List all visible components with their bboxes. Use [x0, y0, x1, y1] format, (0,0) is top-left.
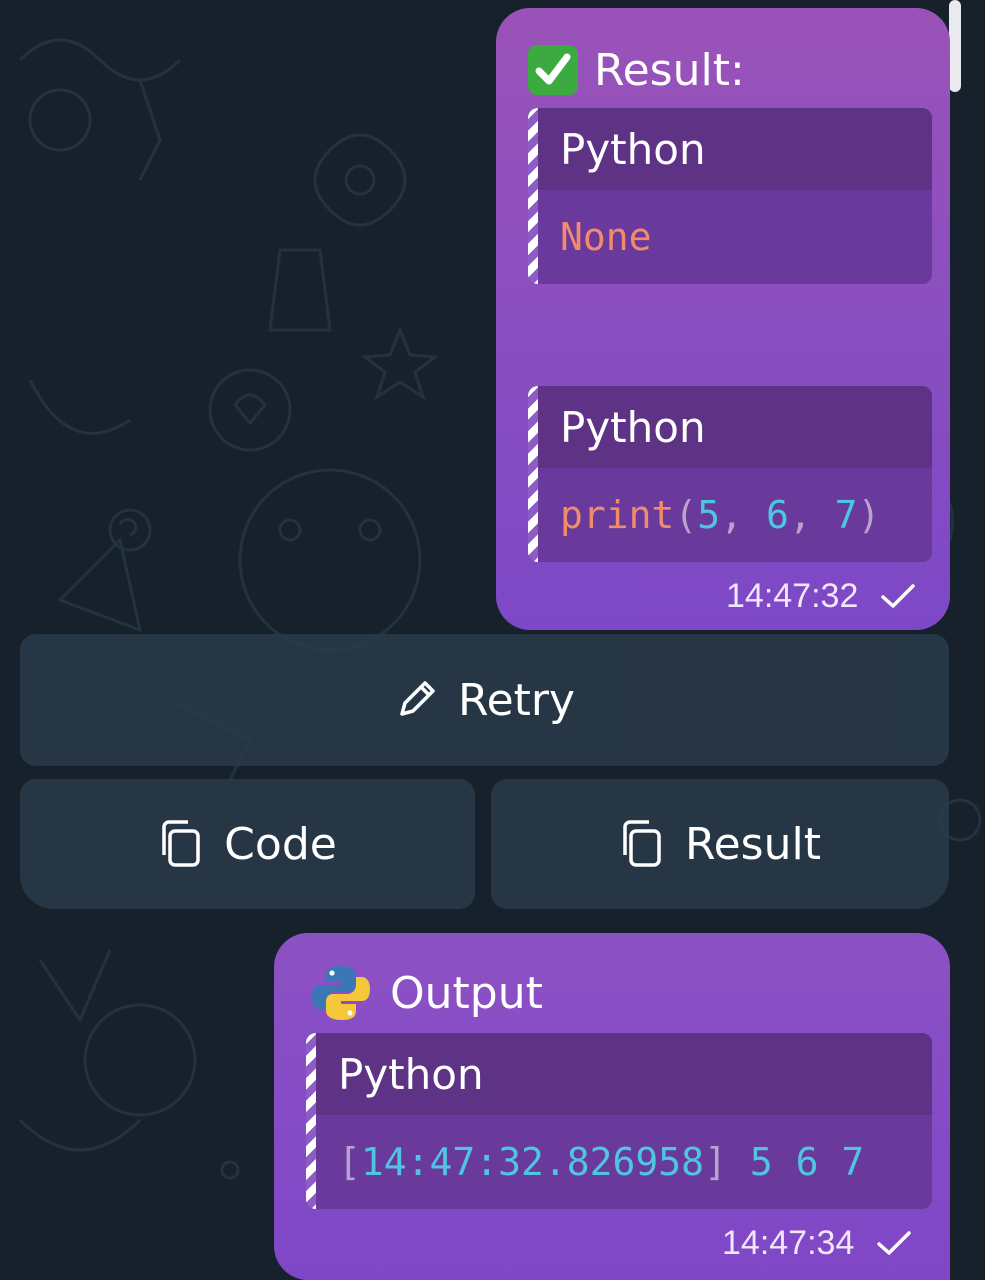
code-language-label: Python	[316, 1033, 932, 1115]
code-token: 5	[697, 493, 721, 537]
code-token: 14:47:32.826958	[360, 1140, 705, 1184]
code-token: 6	[765, 493, 789, 537]
code-block[interactable]: Python None	[528, 108, 932, 284]
code-token: ,	[788, 493, 835, 537]
code-token: 7	[834, 493, 858, 537]
code-token: None	[560, 215, 652, 259]
message-bubble-output: Output Python [14:47:32.826958] 5 6 7 14…	[274, 933, 950, 1280]
code-block-accent	[528, 386, 538, 562]
code-token: [	[338, 1140, 361, 1184]
message-title-row: Result:	[528, 42, 745, 98]
retry-label: Retry	[457, 674, 576, 726]
retry-button[interactable]: Retry	[20, 634, 949, 766]
sent-check-icon	[881, 584, 916, 608]
code-content: None	[538, 190, 932, 284]
code-token: )	[857, 493, 881, 537]
copy-icon	[619, 819, 665, 869]
message-time: 14:47:34	[722, 1221, 912, 1265]
code-token: print	[560, 493, 675, 537]
code-block-accent	[306, 1033, 316, 1209]
code-token: ,	[720, 493, 766, 537]
code-language-label: Python	[538, 108, 932, 190]
code-content: [14:47:32.826958] 5 6 7	[316, 1115, 932, 1209]
copy-result-button[interactable]: Result	[491, 779, 949, 909]
check-mark-icon	[528, 45, 578, 95]
code-token: (	[674, 493, 698, 537]
message-time: 14:47:32	[726, 574, 916, 618]
code-block-accent	[528, 108, 538, 284]
code-block[interactable]: Python [14:47:32.826958] 5 6 7	[306, 1033, 932, 1209]
message-bubble-result: Result: Python None Python print(5, 6, 7…	[496, 8, 950, 630]
timestamp: 14:47:32	[726, 576, 859, 615]
timestamp: 14:47:34	[722, 1223, 855, 1262]
scrollbar-thumb[interactable]	[949, 0, 961, 92]
python-logo-icon	[312, 966, 370, 1020]
copy-code-label: Code	[224, 818, 337, 870]
copy-result-label: Result	[685, 818, 821, 870]
sent-check-icon	[877, 1231, 912, 1255]
code-content: print(5, 6, 7)	[538, 468, 932, 562]
copy-code-button[interactable]: Code	[20, 779, 475, 909]
pencil-icon	[394, 678, 438, 722]
code-token: 5 6 7	[726, 1140, 865, 1184]
copy-icon	[158, 819, 204, 869]
code-token: ]	[704, 1140, 727, 1184]
code-language-label: Python	[538, 386, 932, 468]
message-title: Result:	[594, 44, 745, 96]
message-title: Output	[390, 967, 543, 1019]
message-title-row: Output	[310, 963, 543, 1023]
code-block[interactable]: Python print(5, 6, 7)	[528, 386, 932, 562]
